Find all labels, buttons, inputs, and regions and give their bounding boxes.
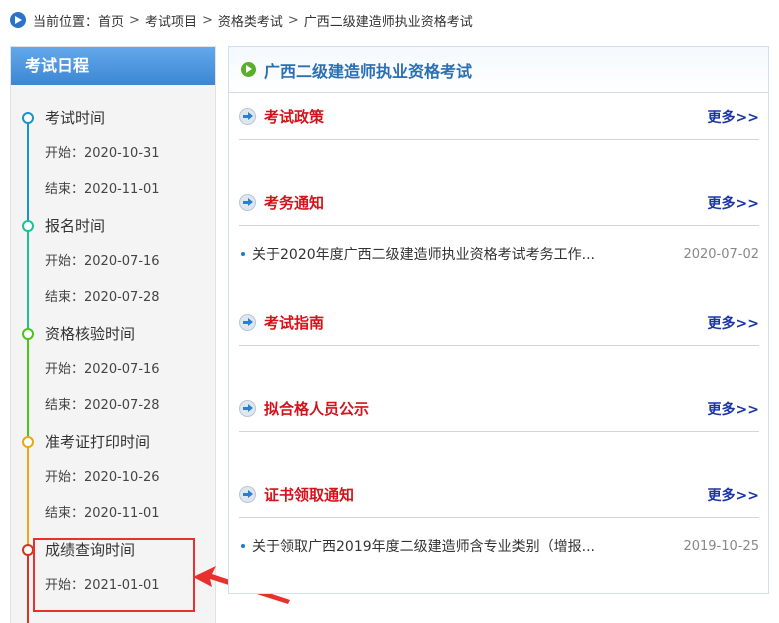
- location-arrow-icon: [10, 12, 26, 28]
- news-date: 2020-07-02: [683, 246, 759, 262]
- more-link[interactable]: 更多>>: [708, 313, 759, 333]
- section-header: 考试政策 更多>>: [239, 94, 759, 140]
- schedule-start: 开始：2020-10-31: [45, 146, 160, 161]
- schedule-registration-time: 报名时间 开始：2020-07-16 结束：2020-07-28: [11, 214, 215, 322]
- schedule-end: 结束：2020-07-28: [45, 398, 160, 413]
- schedule-admission-print-time: 准考证打印时间 开始：2020-10-26 结束：2020-11-01: [11, 430, 215, 538]
- breadcrumb-current[interactable]: 广西二级建造师执业资格考试: [304, 11, 473, 30]
- breadcrumb-separator: >: [201, 12, 213, 28]
- section-header: 考试指南 更多>>: [239, 300, 759, 346]
- schedule-start: 开始：2020-10-26: [45, 470, 160, 485]
- more-link[interactable]: 更多>>: [708, 107, 759, 127]
- annotation-highlight-box: [33, 538, 195, 612]
- breadcrumb-exam-projects[interactable]: 考试项目: [145, 11, 197, 30]
- section-title[interactable]: 考务通知: [264, 192, 708, 213]
- section-certificate-collection: 证书领取通知 更多>> 关于领取广西2019年度二级建造师含专业类别（增报...…: [239, 472, 759, 564]
- more-link[interactable]: 更多>>: [708, 399, 759, 419]
- breadcrumb-qualification-exams[interactable]: 资格类考试: [218, 11, 283, 30]
- exam-schedule-sidebar: 考试日程 考试时间 开始：2020-10-31 结束：2020-11-01 报名…: [10, 46, 216, 623]
- section-title[interactable]: 考试政策: [264, 106, 708, 127]
- section-qualified-candidates: 拟合格人员公示 更多>>: [239, 386, 759, 432]
- breadcrumb-separator: >: [129, 12, 140, 28]
- schedule-title: 准考证打印时间: [45, 433, 151, 451]
- right-arrow-icon: [239, 486, 256, 503]
- more-link[interactable]: 更多>>: [708, 485, 759, 505]
- schedule-end: 结束：2020-11-01: [45, 506, 160, 521]
- schedule-title: 资格核验时间: [45, 325, 136, 343]
- section-title[interactable]: 证书领取通知: [264, 484, 708, 505]
- schedule-verification-time: 资格核验时间 开始：2020-07-16 结束：2020-07-28: [11, 322, 215, 430]
- schedule-exam-time: 考试时间 开始：2020-10-31 结束：2020-11-01: [11, 106, 215, 214]
- section-exam-notices: 考务通知 更多>> 关于2020年度广西二级建造师执业资格考试考务工作... 2…: [239, 180, 759, 272]
- more-link[interactable]: 更多>>: [708, 193, 759, 213]
- news-title-link[interactable]: 关于2020年度广西二级建造师执业资格考试考务工作...: [252, 244, 643, 264]
- section-exam-guide: 考试指南 更多>>: [239, 300, 759, 346]
- breadcrumb-prefix: 当前位置：: [33, 14, 99, 30]
- main-header: 广西二级建造师执业资格考试: [229, 47, 768, 93]
- breadcrumb-separator: >: [287, 12, 299, 28]
- section-exam-policy: 考试政策 更多>>: [239, 94, 759, 140]
- section-title[interactable]: 拟合格人员公示: [264, 398, 708, 419]
- bullet-icon: [241, 544, 245, 548]
- main-title: 广西二级建造师执业资格考试: [264, 61, 473, 81]
- schedule-title: 报名时间: [45, 217, 106, 235]
- breadcrumb: 当前位置： 首页 > 考试项目 > 资格类考试 > 广西二级建造师执业资格考试: [0, 0, 779, 40]
- schedule-timeline: 考试时间 开始：2020-10-31 结束：2020-11-01 报名时间 开始…: [11, 85, 215, 623]
- schedule-start: 开始：2020-07-16: [45, 362, 160, 377]
- list-item: 关于2020年度广西二级建造师执业资格考试考务工作... 2020-07-02: [239, 236, 759, 272]
- section-header: 拟合格人员公示 更多>>: [239, 386, 759, 432]
- list-item: 关于领取广西2019年度二级建造师含专业类别（增报... 2019-10-25: [239, 528, 759, 564]
- timeline-dot-icon: [22, 112, 34, 124]
- news-date: 2019-10-25: [683, 538, 759, 554]
- news-title-link[interactable]: 关于领取广西2019年度二级建造师含专业类别（增报...: [252, 536, 643, 556]
- right-arrow-icon: [239, 108, 256, 125]
- right-arrow-icon: [239, 400, 256, 417]
- schedule-title: 考试时间: [45, 109, 106, 127]
- bullet-icon: [241, 252, 245, 256]
- sidebar-title: 考试日程: [11, 47, 215, 85]
- main-panel: 广西二级建造师执业资格考试 考试政策 更多>> 考务通知 更多>> 关于2020…: [228, 46, 769, 594]
- schedule-start: 开始：2020-07-16: [45, 254, 160, 269]
- section-header: 考务通知 更多>>: [239, 180, 759, 226]
- breadcrumb-home[interactable]: 首页: [98, 11, 124, 30]
- timeline-dot-icon: [22, 220, 34, 232]
- section-title[interactable]: 考试指南: [264, 312, 708, 333]
- play-icon: [241, 62, 256, 77]
- section-header: 证书领取通知 更多>>: [239, 472, 759, 518]
- schedule-end: 结束：2020-11-01: [45, 182, 160, 197]
- timeline-dot-icon: [22, 436, 34, 448]
- timeline-dot-icon: [22, 328, 34, 340]
- right-arrow-icon: [239, 314, 256, 331]
- right-arrow-icon: [239, 194, 256, 211]
- schedule-end: 结束：2020-07-28: [45, 290, 160, 305]
